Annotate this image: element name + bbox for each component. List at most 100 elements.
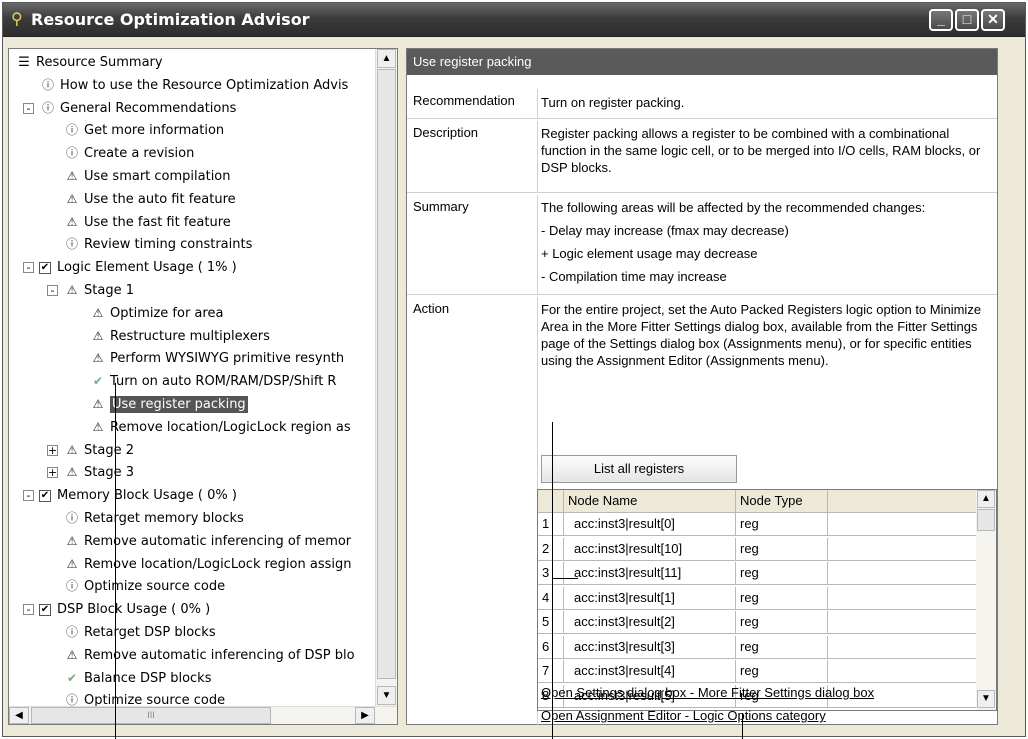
open-settings-link[interactable]: Open Settings dialog box - More Fitter S…	[541, 685, 874, 700]
scroll-down-button[interactable]: ▼	[377, 686, 396, 705]
expand-icon[interactable]: +	[47, 467, 58, 479]
collapse-icon[interactable]: -	[23, 490, 34, 502]
row-index[interactable]: 2	[538, 537, 564, 561]
tree-item[interactable]: ⚠ Restructure multiplexers	[89, 325, 270, 348]
cell-node-type[interactable]: reg	[736, 635, 828, 659]
summary-row: Summary The following areas will be affe…	[407, 195, 997, 295]
open-assignment-editor-link[interactable]: Open Assignment Editor - Logic Options c…	[541, 708, 826, 723]
cell-node-type[interactable]: reg	[736, 660, 828, 683]
cell-node-name[interactable]: acc:inst3|result[0]	[564, 513, 736, 536]
cell-empty[interactable]	[828, 562, 978, 585]
scroll-right-button[interactable]: ▶	[355, 707, 375, 724]
cell-empty[interactable]	[828, 660, 978, 683]
cell-empty[interactable]	[828, 635, 978, 659]
tree-item[interactable]: ✔ Turn on auto ROM/RAM/DSP/Shift R	[89, 370, 337, 393]
tree-item[interactable]: ✔ Balance DSP blocks	[63, 667, 212, 690]
cell-node-type[interactable]: reg	[736, 586, 828, 610]
cell-node-type[interactable]: reg	[736, 537, 828, 561]
row-index[interactable]: 4	[538, 586, 564, 610]
collapse-icon[interactable]: -	[23, 102, 34, 114]
recommendation-tree: ☰ Resource Summary ⓘ How to use the Resourc…	[9, 49, 373, 708]
checkbox-icon[interactable]: ✔	[39, 603, 51, 616]
tree-item[interactable]: ⚠ Use register packing	[89, 393, 248, 416]
row-index[interactable]: 6	[538, 635, 564, 659]
row-index[interactable]: 1	[538, 513, 564, 536]
tree-item[interactable]: ⚠ Remove automatic inferencing of memor	[63, 530, 352, 553]
cell-node-name[interactable]: acc:inst3|result[2]	[564, 611, 736, 634]
tree-item[interactable]: - ✔ Logic Element Usage ( 1% )	[23, 256, 237, 279]
grid-scroll-down-button[interactable]: ▼	[977, 690, 995, 708]
warning-icon: ⚠	[66, 465, 78, 480]
cell-node-name[interactable]: acc:inst3|result[3]	[564, 635, 736, 659]
tree-item[interactable]: ⓘ Optimize source code	[63, 575, 225, 598]
register-grid[interactable]: Node Name Node Type 1 acc:inst3|result[0]…	[537, 489, 997, 711]
cell-node-type[interactable]: reg	[736, 562, 828, 585]
cell-node-name[interactable]: acc:inst3|result[4]	[564, 660, 736, 683]
warning-icon: ⚠	[92, 397, 104, 411]
scroll-thumb[interactable]	[377, 69, 396, 679]
row-index[interactable]: 7	[538, 660, 564, 683]
checkbox-icon[interactable]: ✔	[39, 489, 51, 502]
cell-node-name[interactable]: acc:inst3|result[10]	[564, 537, 736, 561]
grid-scroll-thumb[interactable]	[977, 509, 995, 531]
tree-item[interactable]: ⓘ Get more information	[63, 119, 224, 142]
scroll-left-button[interactable]: ◀	[9, 707, 29, 724]
row-index[interactable]: 5	[538, 611, 564, 634]
cell-node-type[interactable]: reg	[736, 513, 828, 536]
tree-item[interactable]: - ✔ DSP Block Usage ( 0% )	[23, 598, 210, 621]
tree-item[interactable]: - ⓘ General Recommendations	[23, 97, 236, 120]
cell-empty[interactable]	[828, 611, 978, 634]
warning-icon: ⚠	[66, 283, 78, 297]
checkbox-icon[interactable]: ✔	[39, 261, 51, 274]
collapse-icon[interactable]: -	[47, 285, 58, 296]
tree-item[interactable]: ⚠ Optimize for area	[89, 302, 224, 325]
check-icon: ✔	[66, 670, 78, 685]
tree-item-label: Retarget memory blocks	[84, 511, 244, 526]
cell-empty[interactable]	[828, 537, 978, 561]
tree-item[interactable]: ⚠ Use the auto fit feature	[63, 188, 236, 211]
tree-item[interactable]: ⓘ How to use the Resource Optimization Ad…	[39, 74, 348, 97]
tree-item[interactable]: ⓘ Retarget DSP blocks	[63, 621, 216, 644]
scroll-up-button[interactable]: ▲	[377, 49, 396, 68]
tree-item[interactable]: ⓘ Retarget memory blocks	[63, 507, 244, 530]
tree-item[interactable]: ⚠ Remove location/LogicLock region as	[89, 416, 351, 439]
cell-node-name[interactable]: acc:inst3|result[11]	[564, 562, 736, 585]
tree-item[interactable]: - ⚠ Stage 1	[47, 279, 134, 302]
cell-node-name[interactable]: acc:inst3|result[1]	[564, 586, 736, 610]
tree-item[interactable]: + ⚠ Stage 2	[47, 439, 134, 462]
tree-item[interactable]: ⚠ Use the fast fit feature	[63, 211, 231, 234]
grid-vertical-scrollbar[interactable]: ▲ ▼	[976, 490, 996, 710]
tree-item[interactable]: ⚠ Remove automatic inferencing of DSP blo	[63, 644, 355, 667]
action-text: For the entire project, set the Auto Pac…	[541, 302, 982, 368]
grid-scroll-up-button[interactable]: ▲	[977, 490, 995, 508]
tree-item[interactable]: ⚠ Remove location/LogicLock region assign	[63, 553, 352, 576]
cell-empty[interactable]	[828, 513, 978, 536]
close-button[interactable]: ✕	[981, 9, 1005, 31]
collapse-icon[interactable]: -	[23, 604, 34, 616]
row-index[interactable]: 3	[538, 562, 564, 585]
hscroll-thumb[interactable]: III	[31, 707, 271, 724]
maximize-button[interactable]: □	[955, 9, 979, 31]
tree-item[interactable]: + ⚠ Stage 3	[47, 461, 134, 484]
column-header-empty	[828, 490, 978, 513]
window-title: Resource Optimization Advisor	[31, 10, 310, 29]
collapse-icon[interactable]: -	[23, 262, 34, 274]
tree-item[interactable]: ⚠ Perform WYSIWYG primitive resynth	[89, 347, 345, 370]
tree-horizontal-scrollbar[interactable]: ◀ III ▶	[9, 706, 397, 724]
list-all-registers-button[interactable]: List all registers	[541, 455, 737, 483]
column-header-node-type[interactable]: Node Type	[736, 490, 828, 513]
expand-icon[interactable]: +	[47, 444, 58, 456]
recommendation-tree-pane: ☰ Resource Summary ⓘ How to use the Resourc…	[8, 48, 398, 725]
cell-empty[interactable]	[828, 586, 978, 610]
title-bar[interactable]: ⚲ Resource Optimization Advisor _ □ ✕	[3, 3, 1025, 37]
tree-item[interactable]: - ✔ Memory Block Usage ( 0% )	[23, 484, 237, 507]
minimize-button[interactable]: _	[929, 9, 953, 31]
cell-node-type[interactable]: reg	[736, 611, 828, 634]
tree-item[interactable]: ☰ Resource Summary	[15, 51, 162, 74]
tree-item[interactable]: ⚠ Use smart compilation	[63, 165, 231, 188]
tree-vertical-scrollbar[interactable]: ▲ ▼	[375, 49, 397, 707]
tree-item[interactable]: ⓘ Review timing constraints	[63, 233, 252, 256]
tree-item[interactable]: ⓘ Create a revision	[63, 142, 194, 165]
column-header-node-name[interactable]: Node Name	[564, 490, 736, 513]
tree-item-label: Stage 2	[84, 442, 134, 458]
